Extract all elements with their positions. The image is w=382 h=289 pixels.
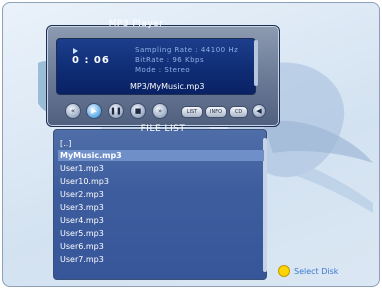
list-item[interactable]: User10.mp3 <box>58 176 264 187</box>
list-item[interactable]: User4.mp3 <box>58 215 264 226</box>
stop-button[interactable]: ■ <box>130 103 146 119</box>
forward-button[interactable]: » <box>152 103 168 119</box>
forward-icon: » <box>157 106 163 115</box>
sampling-rate: Sampling Rate : 44100 Hz <box>135 46 239 54</box>
select-disk-hint[interactable]: Select Disk <box>278 265 338 277</box>
list-item[interactable]: User6.mp3 <box>58 241 264 252</box>
play-icon: ▶ <box>91 106 97 115</box>
list-item[interactable]: User1.mp3 <box>58 163 264 174</box>
info-button[interactable]: INFO <box>205 106 227 118</box>
list-item[interactable]: User2.mp3 <box>58 189 264 200</box>
list-item[interactable]: User5.mp3 <box>58 228 264 239</box>
file-list-title: FILE LIST <box>140 124 186 134</box>
cd-button[interactable]: CD <box>229 106 248 118</box>
yellow-button-icon <box>278 265 290 277</box>
current-track: MP3/MyMusic.mp3 <box>130 82 205 91</box>
list-item[interactable]: [..] <box>58 138 264 149</box>
pause-button[interactable]: ❚❚ <box>108 103 124 119</box>
bitrate: BitRate : 96 Kbps <box>135 56 205 64</box>
volume-button[interactable]: ◀ <box>252 104 266 118</box>
mode: Mode : Stereo <box>135 66 191 74</box>
speaker-icon: ◀ <box>256 106 262 115</box>
player-title: MP3 Player <box>108 19 164 29</box>
list-item[interactable]: User7.mp3 <box>58 254 264 265</box>
play-state-icon <box>73 48 78 54</box>
rewind-button[interactable]: « <box>65 103 81 119</box>
list-button[interactable]: LIST <box>181 106 203 118</box>
play-button[interactable]: ▶ <box>86 103 102 119</box>
elapsed-time: 0 : 06 <box>72 55 110 66</box>
list-item[interactable]: User3.mp3 <box>58 202 264 213</box>
stop-icon: ■ <box>134 106 142 115</box>
list-item-selected[interactable]: MyMusic.mp3 <box>58 150 264 161</box>
select-disk-label: Select Disk <box>294 266 339 276</box>
player-scrollbar[interactable] <box>254 40 258 86</box>
pause-icon: ❚❚ <box>110 106 122 115</box>
rewind-icon: « <box>70 106 76 115</box>
